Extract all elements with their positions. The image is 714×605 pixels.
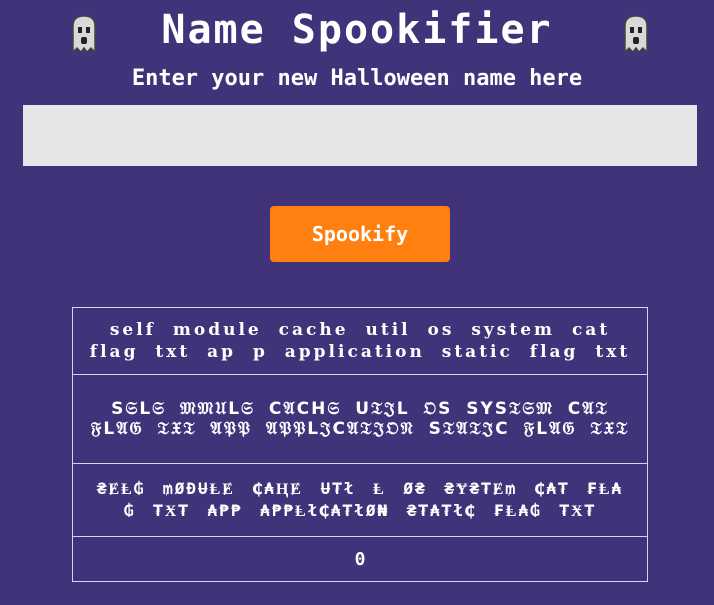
subtitle: Enter your new Halloween name here — [131, 66, 583, 91]
result-cell-fraktur: S𝔖L𝔖 𝔐𝔐𝔘L𝔖 C𝔄CH𝔖 U𝔗𝔍L 𝔒S SYS𝔗𝔖𝔐 C𝔄𝔗 𝔉L𝔄𝔊… — [72, 374, 648, 464]
header: Name Spookifier — [0, 0, 714, 64]
name-input[interactable] — [23, 105, 697, 166]
ghost-icon — [624, 15, 648, 54]
table-row: 0 — [72, 536, 648, 582]
result-cell-currency: ₴ɆⱠ₲ ₥ØĐɄⱠɆ ₵₳ⱧɆ Ʉ₮ł Ⱡ Ø₴ ₴Ɏ₴₮Ɇ₥ ₵₳₮ ₣Ⱡ₳… — [72, 463, 648, 537]
result-cell-plain: self module cache util os system cat fla… — [72, 307, 648, 375]
page-title: Name Spookifier — [161, 7, 553, 53]
results-table: self module cache util os system cat fla… — [72, 307, 648, 582]
spookify-button[interactable]: Spookify — [270, 206, 450, 262]
table-row: S𝔖L𝔖 𝔐𝔐𝔘L𝔖 C𝔄CH𝔖 U𝔗𝔍L 𝔒S SYS𝔗𝔖𝔐 C𝔄𝔗 𝔉L𝔄𝔊… — [72, 374, 648, 464]
table-row: self module cache util os system cat fla… — [72, 307, 648, 375]
result-cell-zero: 0 — [72, 536, 648, 582]
table-row: ₴ɆⱠ₲ ₥ØĐɄⱠɆ ₵₳ⱧɆ Ʉ₮ł Ⱡ Ø₴ ₴Ɏ₴₮Ɇ₥ ₵₳₮ ₣Ⱡ₳… — [72, 463, 648, 537]
